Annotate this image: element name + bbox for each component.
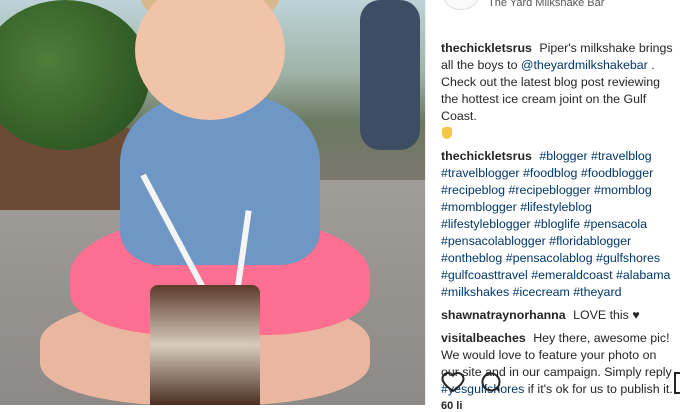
mention-link[interactable]: @theyardmilkshakebar xyxy=(521,58,648,72)
hashtag-link[interactable]: #recipeblogger xyxy=(509,183,591,197)
comment-username[interactable]: shawnatraynorhanna xyxy=(441,308,566,322)
hashtag-link[interactable]: #travelblogger xyxy=(441,166,520,180)
comment-username[interactable]: thechickletsrus xyxy=(441,149,532,163)
comment-text: if it's ok for us to publish it. xyxy=(527,382,673,396)
avatar[interactable] xyxy=(444,0,478,10)
comment-username[interactable]: visitalbeaches xyxy=(441,331,526,345)
hashtag-link[interactable]: #ontheblog xyxy=(441,251,502,265)
hashtag-link[interactable]: #pensacola xyxy=(584,217,647,231)
background-person xyxy=(360,0,420,150)
hashtag-link[interactable]: #momblogger xyxy=(441,200,517,214)
likes-count[interactable]: 60 li xyxy=(441,400,462,412)
black-heart-icon: ♥ xyxy=(632,308,640,322)
hashtag-link[interactable]: #alabama xyxy=(616,268,670,282)
hashtag-link[interactable]: #milkshakes xyxy=(441,285,509,299)
milkshake-jar xyxy=(150,285,260,405)
hashtag-link[interactable]: #floridablogger xyxy=(549,234,631,248)
comment-username[interactable]: thechickletsrus xyxy=(441,41,532,55)
comment-text: LOVE this xyxy=(573,308,629,322)
hashtag-link[interactable]: #travelblog xyxy=(591,149,652,163)
hashtag-link[interactable]: #gulfcoasttravel xyxy=(441,268,528,282)
hashtag-link[interactable]: #momblog xyxy=(594,183,652,197)
hashtag-link[interactable]: #emeraldcoast xyxy=(531,268,612,282)
hashtag-link[interactable]: #gulfshores xyxy=(596,251,660,265)
comments-list: thechickletsrus Piper's milkshake brings… xyxy=(441,40,677,404)
bookmark-icon[interactable] xyxy=(674,372,680,394)
hashtag-link[interactable]: #bloglife xyxy=(534,217,580,231)
heart-icon[interactable] xyxy=(441,370,465,394)
hashtag-list: #blogger #travelblog #travelblogger #foo… xyxy=(441,149,670,299)
caption: thechickletsrus Piper's milkshake brings… xyxy=(441,40,677,142)
hashtag-link[interactable]: #pensacolablog xyxy=(506,251,593,265)
comment: shawnatraynorhanna LOVE this ♥ xyxy=(441,307,677,324)
hashtag-link[interactable]: #recipeblog xyxy=(441,183,505,197)
post-header: The Yard Milkshake Bar xyxy=(426,0,680,14)
comment-icon[interactable] xyxy=(479,370,503,394)
hashtag-link[interactable]: #pensacolablogger xyxy=(441,234,546,248)
post-actions xyxy=(441,370,503,394)
post-photo[interactable] xyxy=(0,0,425,405)
post-side-panel: The Yard Milkshake Bar thechickletsrus P… xyxy=(425,0,680,412)
denim-top xyxy=(120,95,320,265)
ice-cream-icon xyxy=(442,127,452,139)
hashtag-link[interactable]: #lifestyleblogger xyxy=(441,217,531,231)
hashtag-link[interactable]: #blogger xyxy=(539,149,587,163)
hashtag-link[interactable]: #lifestyleblog xyxy=(520,200,592,214)
comment: thechickletsrus #blogger #travelblog #tr… xyxy=(441,148,677,301)
hashtag-link[interactable]: #foodblogger xyxy=(581,166,653,180)
location-link[interactable]: The Yard Milkshake Bar xyxy=(488,0,604,9)
hashtag-link[interactable]: #icecream xyxy=(513,285,570,299)
hashtag-link[interactable]: #foodblog xyxy=(523,166,577,180)
hashtag-link[interactable]: #theyard xyxy=(573,285,621,299)
